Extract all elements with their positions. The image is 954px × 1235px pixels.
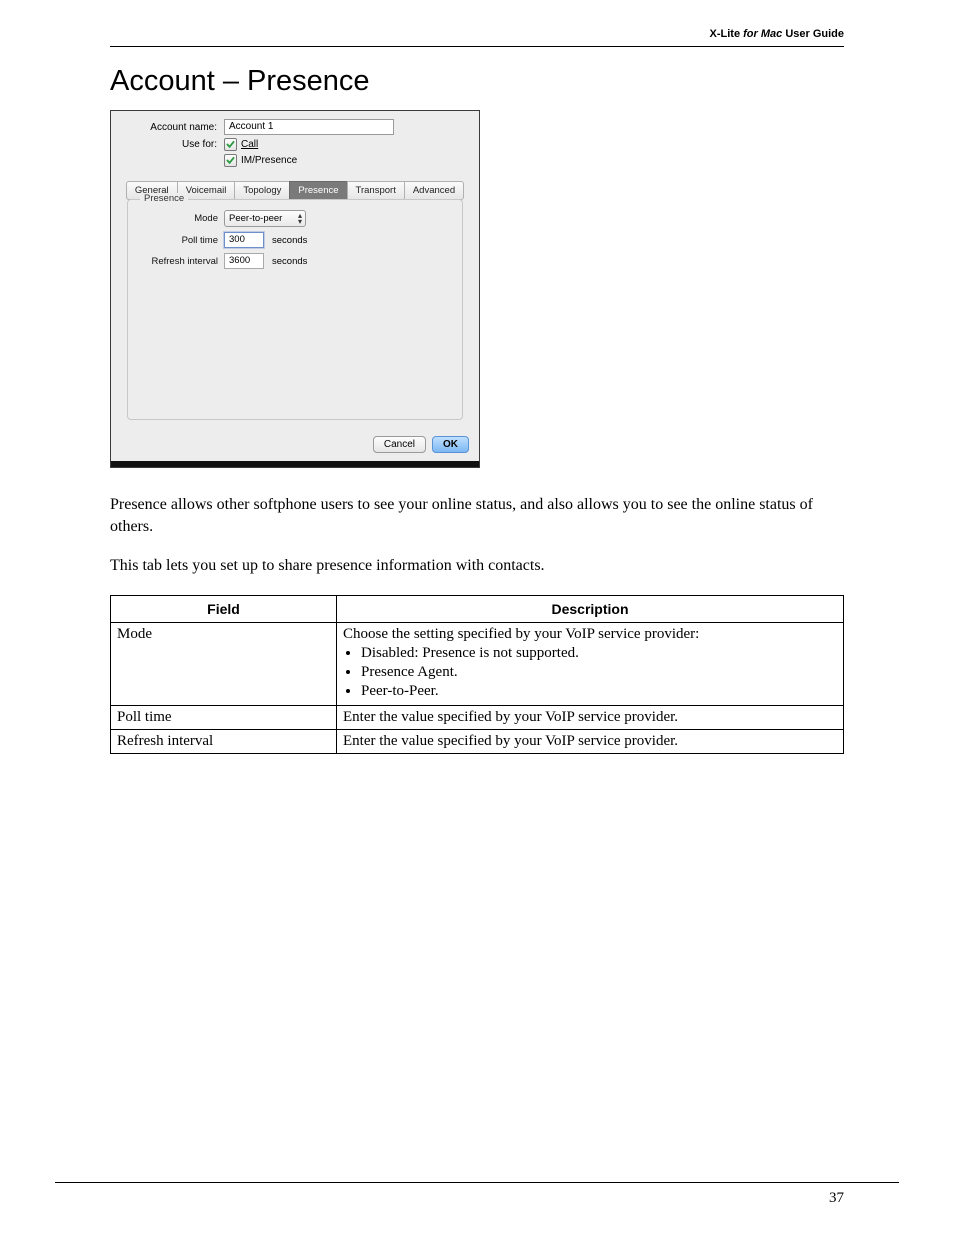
mode-label: Mode <box>136 213 224 224</box>
table-row: Refresh interval Enter the value specifi… <box>111 729 844 753</box>
screenshot-footer-bar <box>111 461 479 467</box>
check-icon <box>226 156 235 165</box>
tab-presence[interactable]: Presence <box>289 181 346 200</box>
cell-mode-desc: Choose the setting specified by your VoI… <box>337 622 844 705</box>
use-for-call-label: Call <box>241 139 258 150</box>
cancel-button[interactable]: Cancel <box>373 436 426 453</box>
refresh-interval-label: Refresh interval <box>136 256 224 267</box>
page-title: Account – Presence <box>110 65 844 98</box>
poll-time-unit: seconds <box>272 235 307 246</box>
mode-bullet-3: Peer-to-Peer. <box>361 683 837 700</box>
th-field: Field <box>111 595 337 622</box>
page-number: 37 <box>829 1190 844 1207</box>
use-for-im-label: IM/Presence <box>241 155 297 166</box>
header-suffix: User Guide <box>785 28 844 40</box>
header-rule <box>110 46 844 47</box>
poll-time-label: Poll time <box>136 235 224 246</box>
account-name-label: Account name: <box>121 122 224 133</box>
header-product: X-Lite <box>710 28 741 40</box>
cell-poll-field: Poll time <box>111 705 337 729</box>
check-icon <box>226 140 235 149</box>
presence-group: Presence Mode Peer-to-peer ▴▾ Poll time … <box>127 199 463 420</box>
mode-bullet-1: Disabled: Presence is not supported. <box>361 645 837 662</box>
refresh-interval-input[interactable]: 3600 <box>224 253 264 269</box>
tab-topology[interactable]: Topology <box>234 181 289 200</box>
table-row: Poll time Enter the value specified by y… <box>111 705 844 729</box>
mode-value: Peer-to-peer <box>229 213 282 224</box>
footer-rule <box>55 1182 899 1183</box>
mode-bullet-2: Presence Agent. <box>361 664 837 681</box>
mode-dropdown[interactable]: Peer-to-peer ▴▾ <box>224 210 306 227</box>
th-description: Description <box>337 595 844 622</box>
cell-mode-field: Mode <box>111 622 337 705</box>
field-description-table: Field Description Mode Choose the settin… <box>110 595 844 754</box>
tab-advanced[interactable]: Advanced <box>404 181 464 200</box>
settings-screenshot: Account name: Account 1 Use for: Call IM… <box>110 110 480 468</box>
checkbox-im[interactable] <box>224 154 237 167</box>
checkbox-call[interactable] <box>224 138 237 151</box>
group-title: Presence <box>140 193 188 204</box>
cell-refresh-field: Refresh interval <box>111 729 337 753</box>
poll-time-input[interactable]: 300 <box>224 232 264 248</box>
refresh-interval-unit: seconds <box>272 256 307 267</box>
paragraph-1: Presence allows other softphone users to… <box>110 494 844 537</box>
header-platform: for Mac <box>743 28 782 40</box>
cell-poll-desc: Enter the value specified by your VoIP s… <box>337 705 844 729</box>
account-name-input[interactable]: Account 1 <box>224 119 394 135</box>
ok-button[interactable]: OK <box>432 436 469 453</box>
tab-transport[interactable]: Transport <box>347 181 404 200</box>
cell-refresh-desc: Enter the value specified by your VoIP s… <box>337 729 844 753</box>
mode-intro: Choose the setting specified by your VoI… <box>343 626 699 642</box>
paragraph-2: This tab lets you set up to share presen… <box>110 555 844 577</box>
use-for-label: Use for: <box>121 139 224 150</box>
page-header: X-Lite for Mac User Guide <box>55 28 899 46</box>
chevron-updown-icon: ▴▾ <box>298 213 301 225</box>
table-row: Mode Choose the setting specified by you… <box>111 622 844 705</box>
